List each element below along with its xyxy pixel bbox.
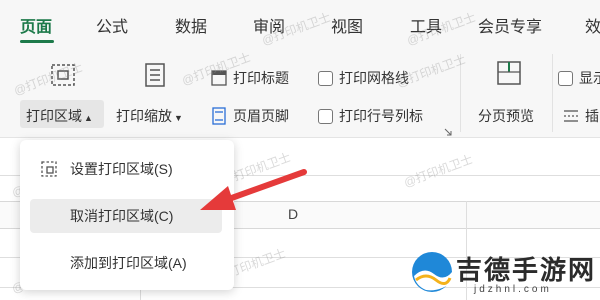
print-row-col-headers-checkbox[interactable] [318, 108, 333, 124]
menu-item-set-print-area[interactable]: 设置打印区域(S) [30, 152, 222, 186]
tab-effect[interactable]: 效 [585, 13, 600, 37]
tab-data[interactable]: 数据 [175, 13, 207, 37]
header-footer-button[interactable]: 页眉页脚 [210, 106, 289, 126]
page-break-preview-icon [497, 61, 521, 85]
print-gridlines-option[interactable]: 打印网格线 [318, 68, 409, 88]
tab-page[interactable]: 页面 [20, 13, 52, 37]
red-arrow-annotation [200, 169, 307, 210]
print-scale-icon [145, 63, 165, 87]
show-option[interactable]: 显示 [558, 68, 600, 88]
menu-item-label: 添加到打印区域(A) [70, 255, 187, 271]
print-titles-button[interactable]: 打印标题 [210, 68, 289, 88]
logo-name: 吉德手游网 [456, 255, 597, 285]
logo-emblem-icon [412, 252, 452, 292]
tab-member[interactable]: 会员专享 [478, 13, 542, 37]
active-tab-indicator [20, 40, 54, 43]
print-row-col-headers-option[interactable]: 打印行号列标 [318, 106, 423, 126]
insert-button[interactable]: 插 [562, 106, 599, 126]
ribbon-tab-bar: 页面 公式 数据 审阅 视图 工具 会员专享 效 [0, 0, 600, 46]
tab-tools[interactable]: 工具 [410, 13, 442, 37]
print-scale-button[interactable]: 打印缩放 ▼ [116, 106, 183, 126]
ribbon-divider [552, 54, 553, 132]
print-area-button[interactable]: 打印区域 ▲ [26, 106, 93, 126]
print-titles-icon [211, 70, 227, 86]
tab-formula[interactable]: 公式 [96, 13, 128, 37]
menu-item-label: 取消打印区域(C) [70, 208, 174, 224]
logo-url: jdzhnl.com [474, 284, 552, 295]
ribbon-page-toolbar: 打印区域 ▲ 打印缩放 ▼ 打印标题 页眉页脚 打印网格线 打印行号列标 分页预… [0, 46, 600, 138]
insert-page-break-icon [564, 110, 578, 122]
tab-view[interactable]: 视图 [331, 13, 363, 37]
print-area-icon [51, 64, 75, 86]
tab-review[interactable]: 审阅 [253, 13, 285, 37]
page-break-preview-button[interactable]: 分页预览 [478, 106, 534, 126]
menu-item-add-to-print-area[interactable]: 添加到打印区域(A) [30, 246, 222, 280]
menu-item-cancel-print-area[interactable]: 取消打印区域(C) [30, 199, 222, 233]
print-gridlines-checkbox[interactable] [318, 70, 333, 86]
header-footer-icon [212, 107, 226, 125]
menu-item-label: 设置打印区域(S) [70, 161, 173, 177]
show-checkbox[interactable] [558, 70, 573, 86]
ribbon-divider [460, 54, 461, 132]
site-logo: 吉德手游网 jdzhnl.com [408, 246, 598, 300]
set-print-area-icon [41, 161, 57, 177]
dialog-launcher-icon[interactable] [444, 128, 452, 136]
